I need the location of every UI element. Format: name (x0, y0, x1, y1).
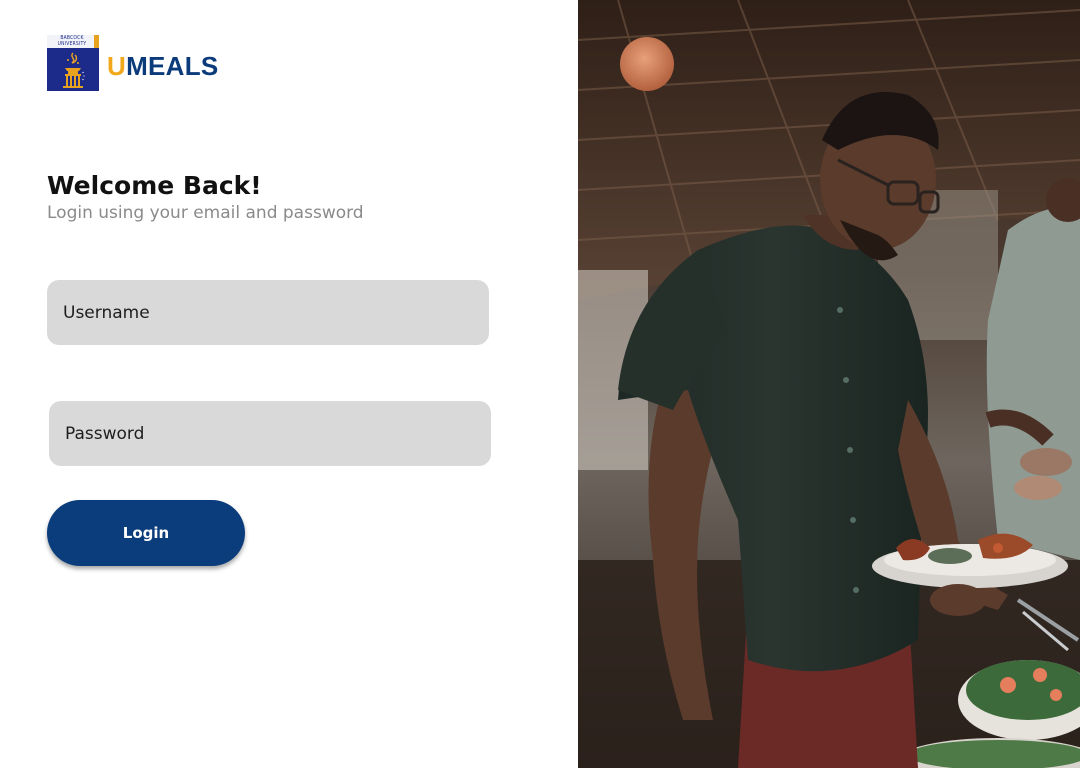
torch-emblem-icon (63, 52, 85, 88)
dining-photo (578, 0, 1080, 768)
login-panel: BABCOCK UNIVERSITY UMEALS Welcome Back! … (0, 0, 578, 768)
login-button[interactable]: Login (47, 500, 245, 566)
app-name: UMEALS (107, 49, 219, 83)
app-name-initial: U (107, 51, 127, 81)
dining-photo-icon (578, 0, 1080, 768)
username-input[interactable] (47, 280, 489, 345)
university-logo-text: BABCOCK UNIVERSITY (57, 35, 87, 47)
university-logo: BABCOCK UNIVERSITY (47, 35, 99, 91)
page-subtitle: Login using your email and password (47, 203, 364, 223)
login-page: BABCOCK UNIVERSITY UMEALS Welcome Back! … (0, 0, 1080, 768)
app-name-rest: MEALS (126, 51, 219, 81)
page-title: Welcome Back! (47, 171, 262, 200)
password-input[interactable] (49, 401, 491, 466)
